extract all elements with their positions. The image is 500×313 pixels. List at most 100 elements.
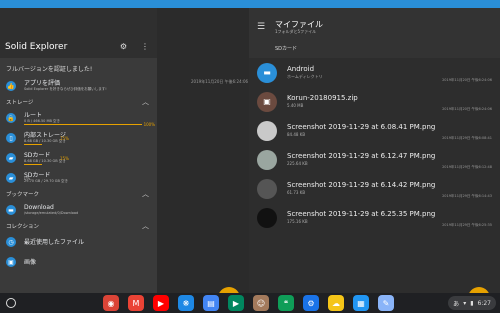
file-list: ▬ Android ホームディレクトリ 2019年11月20日 午後6:24:06 ▣ K… (249, 58, 500, 232)
bookmark-label: Download (24, 204, 54, 211)
files-icon[interactable]: ▤ (203, 295, 219, 311)
hamburger-menu-icon[interactable]: ☰ (257, 22, 265, 32)
storage-percent: 15% (60, 156, 69, 161)
file-size: 84.48 KB (287, 132, 306, 137)
gmail-icon[interactable]: M (128, 295, 144, 311)
collection-header-label: コレクション (6, 224, 40, 230)
breadcrumb[interactable]: SDカード (275, 45, 297, 52)
shelf-apps: ◉ M ▶ ❋ ▤ ▶ ☺ ❝ ⚙ ☁ ▦ ✎ (103, 295, 394, 311)
storage-header-label: ストレージ (6, 100, 34, 106)
storage-usage-bar (24, 164, 42, 165)
storage-label: SDカード (24, 152, 51, 159)
storage-label: ルート (24, 112, 43, 119)
file-name: Screenshot 2019-11-29 at 6.25.35 PM.png (287, 210, 436, 218)
archive-icon: ▣ (257, 91, 277, 112)
file-date: 2019年11月29日 午後6:08:41 (442, 136, 492, 140)
collection-item-images[interactable]: ▣ 画像 (0, 252, 157, 272)
file-row[interactable]: Screenshot 2019-11-29 at 6.08.41 PM.png 8… (249, 116, 500, 145)
file-date: 2019年11月29日 午後6:25:35 (442, 223, 492, 227)
file-date: 2019年11月20日 午後6:24:06 (442, 107, 492, 111)
bookmark-item-download[interactable]: ▬ Download/storage/emulated/0/Download (0, 200, 157, 220)
bookmark-header-label: ブックマーク (6, 192, 40, 198)
storage-percent: 15% (60, 136, 69, 141)
hangouts-icon[interactable]: ❝ (278, 295, 294, 311)
chrome-icon[interactable]: ◉ (103, 295, 119, 311)
status-strip (0, 0, 500, 8)
more-vert-icon[interactable]: ⋮ (141, 42, 149, 51)
paw-icon[interactable]: ❋ (178, 295, 194, 311)
file-size: ホームディレクトリ (287, 74, 323, 79)
clock: 6:27 (477, 299, 491, 307)
image-thumb (257, 207, 277, 228)
sd-card-icon: ▰ (6, 173, 16, 183)
file-name: Android (287, 65, 315, 73)
storage-item-sdcard-2[interactable]: ▰ SDカード 29.70 GB / 29.70 GB 空き 0% (0, 168, 157, 188)
lock-icon: 🔒 (6, 113, 16, 123)
drawer-header: Solid Explorer ⚙ ⋮ (0, 8, 157, 58)
storage-usage-bar (24, 124, 142, 125)
file-row[interactable]: ▣ Korun-20180915.zip 5.40 MB 2019年11月20日 午後… (249, 87, 500, 116)
storage-item-root[interactable]: 🔒 ルート 0 B / 466.50 MB 空き 100% (0, 108, 157, 128)
storage-sub: 29.70 GB / 29.70 GB 空き (24, 179, 69, 183)
launcher-icon[interactable] (6, 298, 16, 308)
chevron-up-icon: ︿ (142, 190, 149, 198)
chevron-up-icon: ︿ (142, 98, 149, 106)
youtube-icon[interactable]: ▶ (153, 295, 169, 311)
status-tray[interactable]: あ ▾ ▮ 6:27 (448, 296, 496, 310)
docs-icon[interactable]: ✎ (378, 295, 394, 311)
collection-section-header[interactable]: コレクション ︿ (0, 220, 157, 232)
item-date: 2019年11月20日 午後6:24:06 (191, 79, 249, 84)
left-pane-content: 2019年11月20日 午後6:24:06 + (157, 8, 249, 309)
sd-card-icon: ▰ (6, 153, 16, 163)
image-thumb (257, 178, 277, 199)
image-icon: ▣ (6, 257, 16, 267)
settings-icon[interactable]: ⚙ (303, 295, 319, 311)
storage-item-sdcard-1[interactable]: ▰ SDカード 8.68 GB / 10.30 GB 空き 15% (0, 148, 157, 168)
gear-icon[interactable]: ⚙ (120, 42, 127, 51)
collection-item-recent[interactable]: ◷ 最近使用したファイル (0, 232, 157, 252)
store-icon[interactable]: ▦ (353, 295, 369, 311)
clock-icon: ◷ (6, 237, 16, 247)
bookmark-sub: /storage/emulated/0/Download (24, 211, 79, 215)
storage-percent: 0% (24, 176, 31, 181)
file-name: Screenshot 2019-11-29 at 6.14.42 PM.png (287, 181, 436, 189)
app-window: Solid Explorer ⚙ ⋮ フルバージョンを認証しました! 👍 アプリ… (0, 0, 500, 309)
pet-icon[interactable]: ☺ (253, 295, 269, 311)
storage-item-internal[interactable]: ▯ 内部ストレージ 8.68 GB / 10.30 GB 空き 15% (0, 128, 157, 148)
thumbs-up-icon: 👍 (6, 81, 16, 91)
right-pane-header: ☰ マイファイル 1フォルダと5ファイル SDカード (249, 8, 500, 58)
bookmark-section-header[interactable]: ブックマーク ︿ (0, 188, 157, 200)
storage-percent: 100% (143, 122, 155, 127)
image-thumb (257, 149, 277, 170)
file-date: 2019年11月20日 午後6:24:06 (442, 78, 492, 82)
right-pane: ☰ マイファイル 1フォルダと5ファイル SDカード ▬ Android ホームディ… (249, 8, 500, 309)
file-row[interactable]: ▬ Android ホームディレクトリ 2019年11月20日 午後6:24:06 (249, 58, 500, 87)
rate-app-item[interactable]: 👍 アプリを評価 Solid Explorer を好きならぜひ評価をお願いします! (0, 76, 157, 96)
system-shelf: ◉ M ▶ ❋ ▤ ▶ ☺ ❝ ⚙ ☁ ▦ ✎ あ ▾ ▮ 6:27 (0, 293, 500, 313)
file-name: Korun-20180915.zip (287, 94, 358, 102)
file-row[interactable]: Screenshot 2019-11-29 at 6.14.42 PM.png 6… (249, 174, 500, 203)
storage-usage-bar (24, 144, 42, 145)
file-size: 5.40 MB (287, 103, 304, 108)
navigation-drawer: Solid Explorer ⚙ ⋮ フルバージョンを認証しました! 👍 アプリ… (0, 8, 157, 293)
collection-label: 最近使用したファイル (24, 238, 85, 246)
rate-sub: Solid Explorer を好きならぜひ評価をお願いします! (24, 87, 107, 91)
weather-icon[interactable]: ☁ (328, 295, 344, 311)
file-date: 2019年11月29日 午後6:14:43 (442, 194, 492, 198)
image-thumb (257, 120, 277, 141)
pane-subtitle: 1フォルダと5ファイル (275, 29, 317, 34)
app-title: Solid Explorer (5, 42, 68, 52)
wifi-icon: ▾ (463, 299, 467, 307)
file-name: Screenshot 2019-11-29 at 6.08.41 PM.png (287, 123, 436, 131)
promo-text: フルバージョンを認証しました! (6, 66, 93, 73)
battery-icon: ▮ (470, 299, 474, 307)
file-date: 2019年11月29日 午後6:12:48 (442, 165, 492, 169)
storage-section-header[interactable]: ストレージ ︿ (0, 96, 157, 108)
file-size: 175.16 KB (287, 219, 308, 224)
chevron-up-icon: ︿ (142, 222, 149, 230)
ime-indicator: あ (453, 300, 460, 308)
file-row[interactable]: Screenshot 2019-11-29 at 6.25.35 PM.png 1… (249, 203, 500, 232)
play-store-icon[interactable]: ▶ (228, 295, 244, 311)
collection-label: 画像 (24, 258, 37, 266)
file-row[interactable]: Screenshot 2019-11-29 at 6.12.47 PM.png 2… (249, 145, 500, 174)
